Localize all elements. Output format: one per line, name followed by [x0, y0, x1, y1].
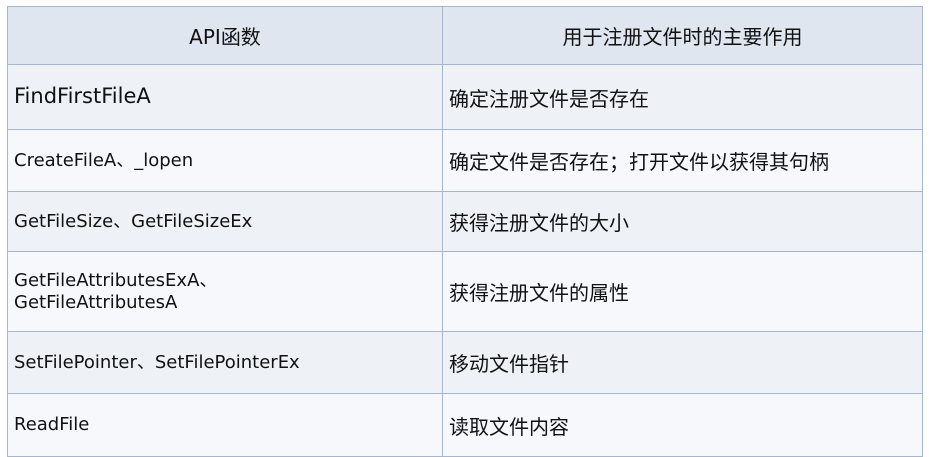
api-name: CreateFileA、_lopen [14, 149, 194, 171]
purpose-cell: 确定注册文件是否存在 [442, 64, 923, 130]
table-row: GetFileSize、GetFileSizeEx 获得注册文件的大小 [7, 191, 923, 252]
table-row: GetFileAttributesExA、 GetFileAttributesA… [7, 251, 923, 332]
api-name: GetFileSize、GetFileSizeEx [14, 210, 253, 232]
api-name: FindFirstFileA [14, 84, 151, 109]
api-name-cell: FindFirstFileA [7, 64, 443, 130]
table-header: API函数 用于注册文件时的主要作用 [7, 6, 923, 65]
api-function-table: API函数 用于注册文件时的主要作用 FindFirstFileA 确定注册文件… [7, 6, 923, 457]
purpose-cell: 读取文件内容 [442, 393, 923, 457]
header-main-purpose: 用于注册文件时的主要作用 [442, 6, 923, 65]
purpose-cell: 获得注册文件的属性 [442, 251, 923, 332]
api-name-cell: GetFileAttributesExA、 GetFileAttributesA [7, 251, 443, 332]
api-name: ReadFile [14, 414, 90, 436]
header-row: API函数 用于注册文件时的主要作用 [7, 6, 923, 65]
api-name-cell: ReadFile [7, 393, 443, 457]
table-row: CreateFileA、_lopen 确定文件是否存在；打开文件以获得其句柄 [7, 129, 923, 192]
purpose-cell: 移动文件指针 [442, 331, 923, 394]
table-row: FindFirstFileA 确定注册文件是否存在 [7, 64, 923, 130]
table-row: ReadFile 读取文件内容 [7, 393, 923, 457]
api-name-cell: SetFilePointer、SetFilePointerEx [7, 331, 443, 394]
header-api-function: API函数 [7, 6, 443, 65]
api-name-line-2: GetFileAttributesA [14, 291, 178, 313]
api-name-cell: CreateFileA、_lopen [7, 129, 443, 192]
table-row: SetFilePointer、SetFilePointerEx 移动文件指针 [7, 331, 923, 394]
api-name: SetFilePointer、SetFilePointerEx [14, 351, 300, 373]
api-name-cell: GetFileSize、GetFileSizeEx [7, 191, 443, 252]
api-name-line-1: GetFileAttributesExA、 [14, 269, 218, 291]
purpose-cell: 获得注册文件的大小 [442, 191, 923, 252]
purpose-cell: 确定文件是否存在；打开文件以获得其句柄 [442, 129, 923, 192]
